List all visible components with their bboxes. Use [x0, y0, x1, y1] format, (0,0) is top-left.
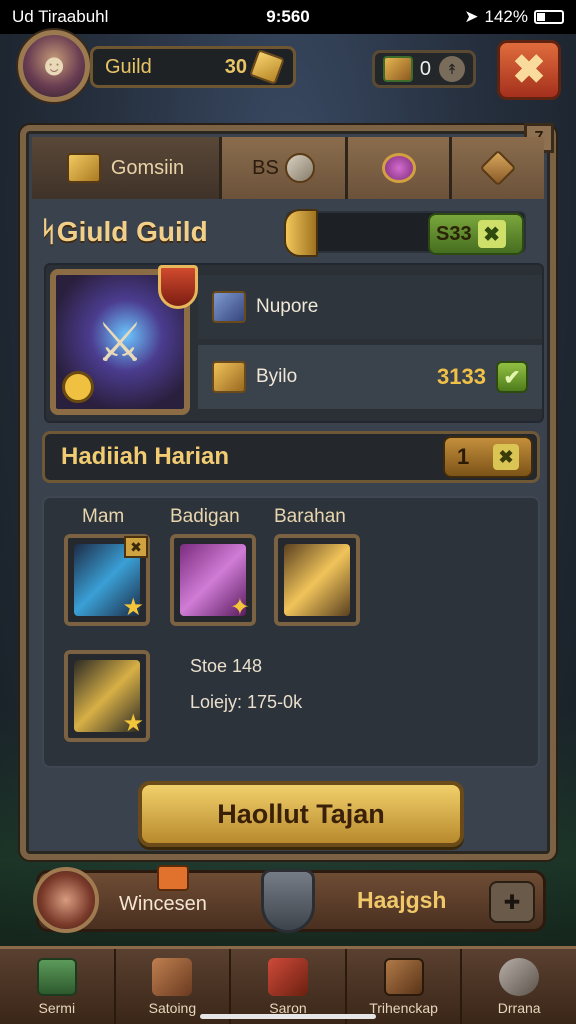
nav-label: Satoing — [148, 999, 197, 1016]
guild-value: 30 — [224, 55, 247, 78]
status-bar: Ud Tiraabuhl 9:560 ➤ 142% — [0, 0, 576, 34]
reward-slot[interactable]: ✦ — [170, 534, 256, 626]
guild-progress-bar: S33 ✖ — [284, 209, 526, 257]
tab-label: BS — [252, 156, 279, 179]
star-icon: ★ — [122, 594, 144, 621]
stat-line: Loiejy: 175-0k — [190, 692, 303, 712]
magnifier-icon — [381, 153, 416, 183]
rewards-panel: Mam Badigan Barahan ✖ ★ ✦ ★ Stoe 148 Loi… — [42, 496, 540, 768]
close-icon: ✖ — [124, 536, 148, 558]
player-name: Wincesen — [119, 893, 207, 915]
guild-label: Guild — [105, 55, 152, 78]
guild-score: S33 — [436, 222, 472, 245]
info-row[interactable]: Nupore — [198, 275, 542, 339]
gold-chest-icon — [66, 153, 101, 183]
shield-icon — [261, 869, 315, 933]
info-label: Nupore — [256, 296, 319, 317]
tab-rank[interactable] — [452, 137, 544, 199]
resource-bar: 0 ↟ — [372, 50, 476, 88]
resource-icon — [383, 56, 413, 82]
nav-item-drrana[interactable]: Drrana — [462, 949, 576, 1024]
gold-card-icon — [212, 361, 246, 393]
guild-title: ᛋGiuld Guild — [40, 216, 208, 247]
clock: 9:560 — [266, 7, 310, 26]
gold-icon — [249, 49, 285, 85]
guild-score-pill[interactable]: S33 ✖ — [428, 213, 524, 255]
player-avatar[interactable]: ☻ — [18, 30, 90, 102]
info-row[interactable]: Byilo 3133 ✔ — [198, 345, 542, 409]
tab-bs[interactable]: BS — [222, 137, 348, 199]
boots-icon — [152, 957, 193, 996]
guild-header: ᛋGiuld Guild S33 ✖ — [40, 207, 540, 257]
tab-search[interactable] — [348, 137, 452, 199]
player-bar: Wincesen Haajgsh ✚ — [33, 865, 546, 933]
book-icon — [383, 957, 424, 996]
reward-slot[interactable]: ✖ ★ — [64, 534, 150, 626]
check-icon[interactable]: ✔ — [496, 361, 528, 393]
tab-gomsiin[interactable]: Gomsiin — [32, 137, 222, 199]
tab-label: Gomsiin — [110, 156, 185, 179]
nav-item-saron[interactable]: Saron — [231, 949, 347, 1024]
nav-label: Sermi — [38, 999, 76, 1016]
reward-label: Badigan — [170, 506, 240, 527]
notification-icon[interactable] — [157, 865, 189, 891]
menu-icon[interactable]: ✚ — [489, 881, 535, 923]
player-avatar[interactable] — [33, 867, 99, 933]
star-icon: ★ — [122, 710, 144, 737]
player-action-label[interactable]: Haajgsh — [357, 887, 446, 914]
home-indicator — [200, 1014, 376, 1019]
reward-label: Mam — [82, 506, 125, 527]
close-icon: ✖ — [477, 220, 506, 248]
shield-icon — [284, 209, 318, 257]
helmet-icon — [267, 957, 308, 996]
close-icon: ✖ — [512, 48, 546, 92]
nav-label: Trihenckap — [369, 999, 438, 1016]
guild-hero-portrait: ⚔ — [50, 265, 198, 415]
level-badge-icon — [62, 371, 94, 403]
home-icon — [36, 957, 77, 996]
star-icon: ✦ — [229, 594, 250, 621]
info-value: 3133 — [437, 364, 486, 389]
daily-count: 1 — [456, 444, 470, 469]
info-label: Byilo — [256, 366, 298, 387]
guild-info-card: ⚔ Nupore Byilo 3133 ✔ — [44, 263, 544, 423]
bottom-nav: Sermi Satoing Saron Trihenckap Drrana — [0, 946, 576, 1024]
nav-item-book[interactable]: Trihenckap — [347, 949, 463, 1024]
nav-item-home[interactable]: Sermi — [0, 949, 116, 1024]
claim-button[interactable]: Haollut Tajan — [138, 781, 464, 847]
hero-face-icon: ☻ — [38, 49, 70, 82]
reward-slot[interactable]: ★ — [64, 650, 150, 742]
guild-panel: 7 Gomsiin BS ᛋGiuld Guild S33 ✖ ⚔ — [20, 123, 556, 860]
close-icon: ✖ — [493, 444, 520, 470]
chest-item-icon — [284, 544, 350, 616]
guild-emblem-icon — [158, 265, 198, 309]
star-badge-icon — [479, 149, 517, 187]
reward-slot[interactable] — [274, 534, 360, 626]
reward-label: Barahan — [274, 506, 346, 527]
daily-count-pill[interactable]: 1 ✖ — [443, 436, 533, 478]
daily-title: Hadiiah Harian — [61, 443, 230, 470]
resource-add-icon[interactable]: ↟ — [439, 56, 465, 82]
stat-line: Stoe 148 — [190, 656, 263, 676]
resource-value: 0 — [419, 57, 431, 80]
sword-icon — [212, 291, 246, 323]
gear-icon — [284, 153, 315, 183]
nav-item-settings[interactable]: Satoing — [116, 949, 232, 1024]
tab-bar: Gomsiin BS — [32, 137, 544, 199]
guild-currency-bar: Guild 30 — [90, 46, 296, 88]
swirl-icon — [499, 957, 540, 996]
battery-icon — [534, 10, 564, 24]
close-button[interactable]: ✖ — [497, 40, 561, 100]
nav-label: Drrana — [497, 999, 541, 1016]
daily-reward-bar: Hadiiah Harian 1 ✖ — [42, 431, 540, 483]
